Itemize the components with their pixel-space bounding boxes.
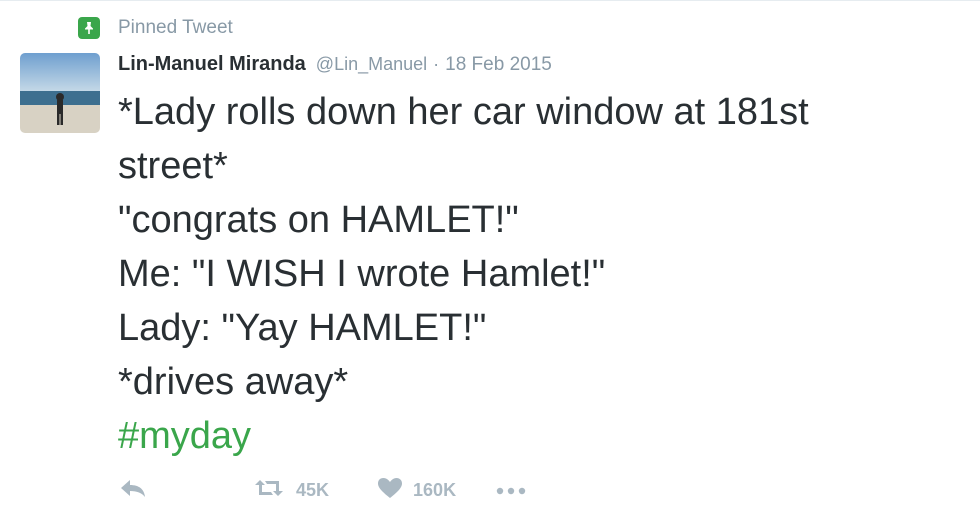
retweet-count: 45K bbox=[296, 479, 330, 500]
tweet-text-line: Lady: "Yay HAMLET!" bbox=[118, 307, 487, 349]
more-button[interactable] bbox=[496, 480, 526, 501]
like-count: 160K bbox=[413, 479, 457, 500]
pin-icon bbox=[78, 17, 100, 39]
hashtag-link[interactable]: #myday bbox=[118, 409, 958, 463]
tweet-card: Pinned Tweet Lin-Manuel Miranda @Lin_Man… bbox=[0, 0, 980, 517]
tweet-text: *Lady rolls down her car window at 181st… bbox=[118, 85, 958, 463]
pinned-label: Pinned Tweet bbox=[118, 17, 233, 38]
tweet-text-line: "congrats on HAMLET!" bbox=[118, 199, 519, 241]
retweet-icon bbox=[252, 477, 286, 504]
reply-icon bbox=[118, 477, 148, 504]
author-screen-name[interactable]: @Lin_Manuel bbox=[316, 54, 427, 75]
heart-icon bbox=[377, 477, 403, 504]
retweet-button[interactable]: 45K bbox=[252, 477, 329, 504]
tweet-header: Lin-Manuel Miranda @Lin_Manuel · 18 Feb … bbox=[118, 53, 552, 83]
header-separator: · bbox=[433, 54, 440, 74]
author-display-name[interactable]: Lin-Manuel Miranda bbox=[118, 53, 306, 76]
like-button[interactable]: 160K bbox=[377, 477, 456, 504]
pinned-indicator: Pinned Tweet bbox=[78, 15, 233, 41]
reply-button[interactable] bbox=[118, 477, 148, 504]
more-icon bbox=[496, 480, 526, 501]
tweet-text-line: *drives away* bbox=[118, 361, 349, 403]
tweet-text-line: *Lady rolls down her car window at 181st bbox=[118, 91, 809, 133]
tweet-text-line: Me: "I WISH I wrote Hamlet!" bbox=[118, 253, 606, 295]
tweet-text-line: street* bbox=[118, 145, 228, 187]
tweet-actions: 45K 160K bbox=[118, 473, 526, 507]
avatar[interactable] bbox=[20, 53, 100, 133]
tweet-timestamp[interactable]: 18 Feb 2015 bbox=[445, 54, 552, 76]
